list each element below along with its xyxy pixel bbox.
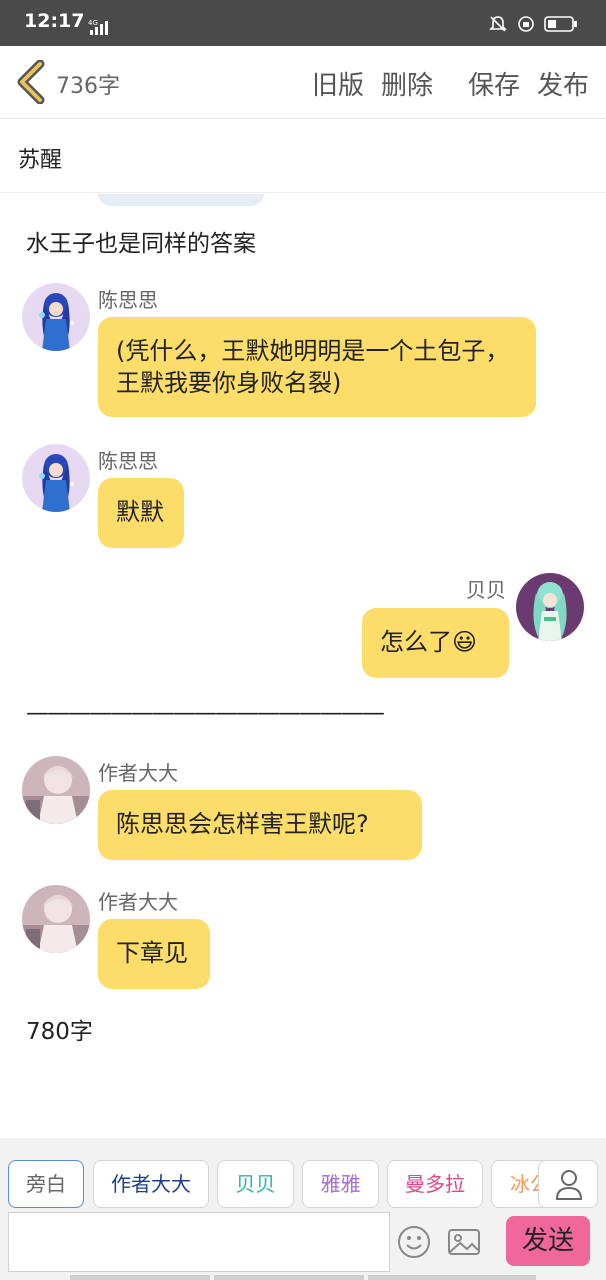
sender-name: 作者大大 [98,890,178,914]
chevron-left-icon [17,59,45,105]
green-hair-girl-avatar[interactable] [516,573,584,641]
role-chip-beibei[interactable]: 贝贝 [217,1160,294,1208]
person-icon [555,1170,583,1200]
role-label: 旁白 [26,1172,66,1196]
message-bubble[interactable]: 怎么了😃 [362,608,509,678]
save-button[interactable]: 保存 [468,65,520,102]
role-chip-mandora[interactable]: 曼多拉 [387,1160,483,1208]
role-label: 作者大大 [111,1172,191,1196]
image-button[interactable] [446,1224,482,1260]
composer-panel: 旁白 作者大大 贝贝 雅雅 曼多拉 冰公 发送 [0,1138,606,1280]
role-label: 贝贝 [235,1172,276,1196]
sender-name: 作者大大 [98,761,178,785]
status-icons [488,14,578,38]
chapter-title-bar[interactable]: 苏醒 [0,120,606,193]
back-button[interactable] [14,59,48,105]
narration-text[interactable]: 水王子也是同样的答案 [26,224,256,258]
message-bubble[interactable]: 下章见 [98,919,210,989]
mute-bell-icon [488,14,508,38]
divider-text[interactable]: ————————————————— [26,700,385,726]
previous-bubble-edge [98,194,264,206]
character-manage-button[interactable] [538,1160,598,1208]
role-chip-narrator[interactable]: 旁白 [8,1160,84,1208]
smiley-icon [398,1226,430,1258]
network-type: 4G [88,19,98,27]
chat-content[interactable]: 水王子也是同样的答案 陈思思 (凭什么，王默她明明是一个土包子，王默我要你身败名… [0,194,606,1138]
message-bubble[interactable]: (凭什么，王默她明明是一个土包子，王默我要你身败名裂) [98,317,536,417]
sender-name: 陈思思 [98,449,158,473]
blue-hair-girl-avatar[interactable] [22,444,90,512]
status-time: 12:17 [24,10,85,32]
publish-button[interactable]: 发布 [537,65,589,102]
role-label: 曼多拉 [405,1172,465,1196]
picture-icon [448,1229,480,1255]
signal-icon: 4G [88,18,112,40]
message-bubble[interactable]: 陈思思会怎样害王默呢? [98,790,422,860]
role-chip-yaya[interactable]: 雅雅 [302,1160,379,1208]
keyboard-strip [368,1275,536,1280]
pink-photo-avatar[interactable] [22,756,90,824]
emoji-button[interactable] [396,1224,432,1260]
message-input[interactable] [8,1212,390,1272]
word-count: 736字 [56,74,120,99]
message-bubble[interactable]: 默默 [98,478,184,548]
role-label: 雅雅 [320,1172,361,1196]
old-version-button[interactable]: 旧版 [312,65,364,102]
role-chip-author[interactable]: 作者大大 [93,1160,209,1208]
sender-name: 陈思思 [98,288,158,312]
sender-name: 贝贝 [466,578,506,602]
narration-text[interactable]: 780字 [26,1012,93,1046]
blue-hair-girl-avatar[interactable] [22,283,90,351]
battery-icon [544,15,578,37]
alarm-icon [516,14,536,38]
keyboard-strip [70,1275,210,1280]
chapter-title: 苏醒 [18,148,63,173]
delete-button[interactable]: 删除 [381,65,433,102]
editor-toolbar: 736字 旧版 删除 保存 发布 [0,46,606,119]
status-bar: 12:17 4G [0,0,606,46]
pink-photo-avatar[interactable] [22,885,90,953]
keyboard-strip [214,1275,364,1280]
send-button[interactable]: 发送 [506,1216,590,1266]
